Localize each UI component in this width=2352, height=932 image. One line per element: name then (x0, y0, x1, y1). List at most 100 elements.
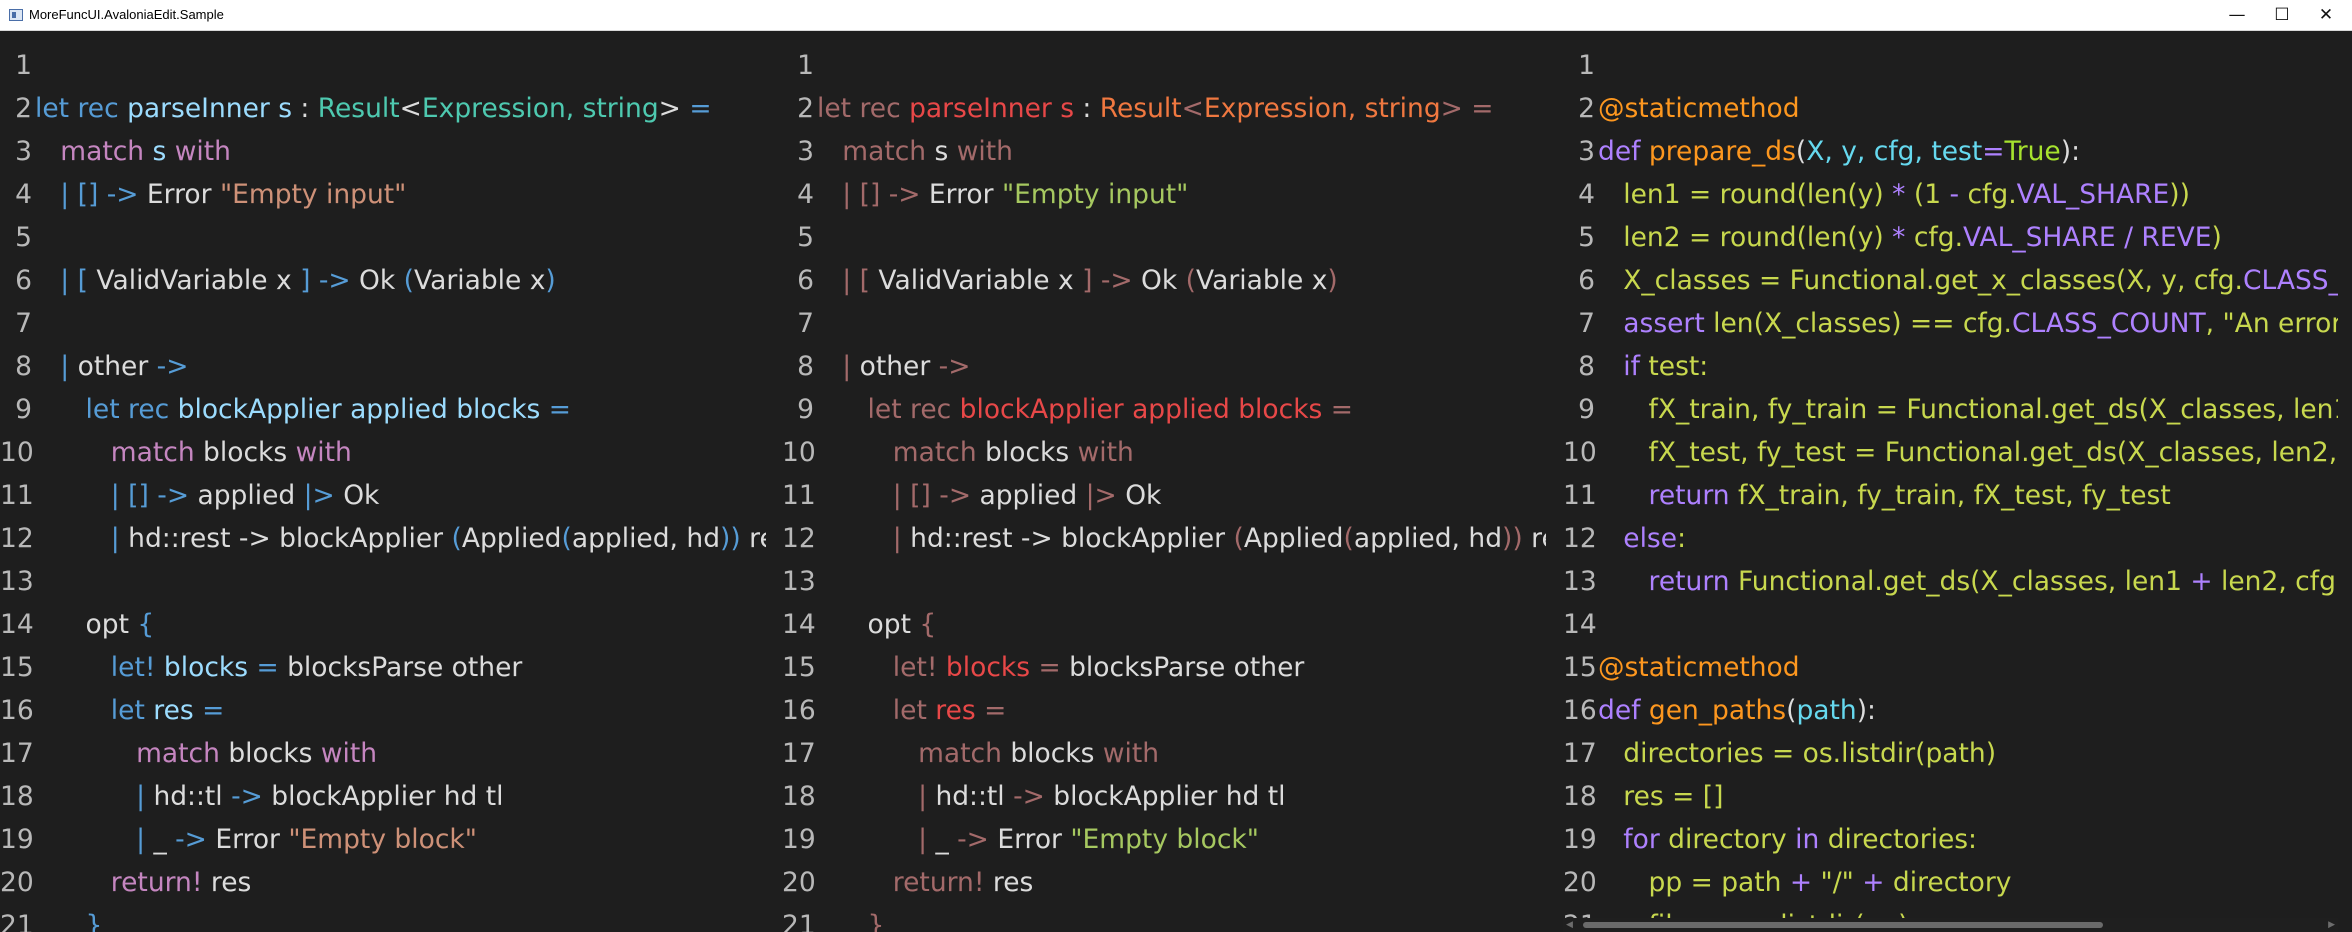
code-line[interactable]: 6 | [ ValidVariable x ] -> Ok (Variable … (782, 259, 1546, 302)
code-line[interactable]: 19 | _ -> Error "Empty block" (0, 818, 766, 861)
code-line[interactable]: 18 | hd::tl -> blockApplier hd tl (782, 775, 1546, 818)
code-line[interactable]: 21 } (782, 904, 1546, 932)
line-text: return fX_train, fy_train, fX_test, fy_t… (1598, 474, 2171, 517)
code-line[interactable]: 5 len2 = round(len(y) * cfg.VAL_SHARE / … (1563, 216, 2338, 259)
line-text: if test: (1598, 345, 1708, 388)
code-line[interactable]: 2 let rec parseInner s : Result<Expressio… (0, 87, 766, 130)
code-line[interactable]: 6 X_classes = Functional.get_x_classes(X… (1563, 259, 2338, 302)
code-token: )) (720, 523, 750, 554)
code-token: let (35, 695, 154, 726)
code-line[interactable]: 9 let rec blockApplier applied blocks = (0, 388, 766, 431)
line-number: 19 (782, 824, 816, 855)
code-line[interactable]: 2 let rec parseInner s : Result<Expressio… (782, 87, 1546, 130)
close-button[interactable]: ✕ (2300, 0, 2352, 30)
code-token: | (35, 781, 154, 812)
code-line[interactable]: 15 let! blocks = blocksParse other (0, 646, 766, 689)
line-number: 20 (1563, 867, 1597, 898)
code-line[interactable]: 16 let res = (0, 689, 766, 732)
code-line[interactable]: 17 match blocks with (0, 732, 766, 775)
line-number: 7 (1578, 308, 1595, 339)
code-line[interactable]: 12 | hd::rest -> blockApplier (Applied(a… (0, 517, 766, 560)
code-line[interactable]: 10 fX_test, fy_test = Functional.get_ds(… (1563, 431, 2338, 474)
line-number: 6 (1578, 265, 1595, 296)
code-line[interactable]: 5 (782, 216, 1546, 259)
code-line[interactable]: 2 @staticmethod (1563, 87, 2338, 130)
code-line[interactable]: 7 assert len(X_classes) == cfg.CLASS_COU… (1563, 302, 2338, 345)
code-token: match (35, 437, 204, 468)
editor-pane-fsharp-blue[interactable]: 1 2 let rec parseInner s : Result<Expressi… (0, 31, 766, 932)
code-line[interactable]: 4 | [] -> Error "Empty input" (782, 173, 1546, 216)
code-line[interactable]: 16 def gen_paths(path): (1563, 689, 2338, 732)
code-line[interactable]: 21 } (0, 904, 766, 932)
code-token: parseInner s (127, 93, 292, 124)
code-line[interactable]: 3 def prepare_ds(X, y, cfg, test=True): (1563, 130, 2338, 173)
code-line[interactable]: 3 match s with (782, 130, 1546, 173)
code-line[interactable]: 18 res = [] (1563, 775, 2338, 818)
code-line[interactable]: 11 | [] -> applied |> Ok (782, 474, 1546, 517)
code-line[interactable]: 9 let rec blockApplier applied blocks = (782, 388, 1546, 431)
code-token: blocks (945, 652, 1039, 683)
line-text: for directory in directories: (1598, 818, 1977, 861)
code-line[interactable]: 6 | [ ValidVariable x ] -> Ok (Variable … (0, 259, 766, 302)
code-line[interactable]: 4 len1 = round(len(y) * (1 - cfg.VAL_SHA… (1563, 173, 2338, 216)
code-line[interactable]: 14 (1563, 603, 2338, 646)
code-line[interactable]: 1 (1563, 44, 2338, 87)
code-line[interactable]: 10 match blocks with (0, 431, 766, 474)
code-line[interactable]: 18 | hd::tl -> blockApplier hd tl (0, 775, 766, 818)
code-line[interactable]: 8 | other -> (0, 345, 766, 388)
code-line[interactable]: 17 match blocks with (782, 732, 1546, 775)
code-area[interactable]: 1 2 let rec parseInner s : Result<Expressi… (782, 44, 1546, 932)
scrollbar-thumb[interactable] (1583, 922, 2103, 928)
code-line[interactable]: 13 (0, 560, 766, 603)
code-line[interactable]: 11 | [] -> applied |> Ok (0, 474, 766, 517)
code-line[interactable]: 20 return! res (0, 861, 766, 904)
code-line[interactable]: 10 match blocks with (782, 431, 1546, 474)
editor-pane-python[interactable]: 1 2 @staticmethod 3 def prepare_ds(X, y, cfg… (1563, 31, 2338, 932)
code-line[interactable]: 13 (782, 560, 1546, 603)
code-line[interactable]: 1 (0, 44, 766, 87)
code-line[interactable]: 5 (0, 216, 766, 259)
line-number: 17 (1563, 738, 1597, 769)
code-line[interactable]: 19 for directory in directories: (1563, 818, 2338, 861)
code-line[interactable]: 11 return fX_train, fy_train, fX_test, f… (1563, 474, 2338, 517)
line-text: | _ -> Error "Empty block" (35, 818, 477, 861)
code-line[interactable]: 15 @staticmethod (1563, 646, 2338, 689)
code-line[interactable]: 7 (0, 302, 766, 345)
scroll-right-icon[interactable]: ▶ (2328, 918, 2335, 932)
code-token: def (1598, 136, 1649, 167)
code-token: ( (1233, 523, 1244, 554)
code-line[interactable]: 15 let! blocks = blocksParse other (782, 646, 1546, 689)
code-token: = (689, 93, 712, 124)
code-line[interactable]: 1 (782, 44, 1546, 87)
line-number: 21 (0, 910, 34, 932)
code-area[interactable]: 1 2 @staticmethod 3 def prepare_ds(X, y, cfg… (1563, 44, 2338, 932)
code-line[interactable]: 8 | other -> (782, 345, 1546, 388)
scroll-left-icon[interactable]: ◀ (1566, 918, 1573, 932)
code-token: def (1598, 695, 1649, 726)
code-line[interactable]: 9 fX_train, fy_train = Functional.get_ds… (1563, 388, 2338, 431)
code-token: match (817, 437, 986, 468)
code-line[interactable]: 19 | _ -> Error "Empty block" (782, 818, 1546, 861)
code-line[interactable]: 16 let res = (782, 689, 1546, 732)
code-line[interactable]: 12 | hd::rest -> blockApplier (Applied(a… (782, 517, 1546, 560)
horizontal-scrollbar[interactable]: ◀ ▶ (1563, 918, 2338, 932)
code-token: REVE (2141, 222, 2212, 253)
editor-pane-fsharp-red[interactable]: 1 2 let rec parseInner s : Result<Expressi… (782, 31, 1546, 932)
code-line[interactable]: 14 opt { (782, 603, 1546, 646)
code-line[interactable]: 4 | [] -> Error "Empty input" (0, 173, 766, 216)
line-number: 18 (0, 781, 34, 812)
code-area[interactable]: 1 2 let rec parseInner s : Result<Expressi… (0, 44, 766, 932)
code-line[interactable]: 14 opt { (0, 603, 766, 646)
code-line[interactable]: 13 return Functional.get_ds(X_classes, l… (1563, 560, 2338, 603)
code-line[interactable]: 20 pp = path + "/" + directory (1563, 861, 2338, 904)
code-token: = (1038, 652, 1070, 683)
code-token: | (35, 351, 78, 382)
code-token: ( (1795, 136, 1807, 167)
code-line[interactable]: 17 directories = os.listdir(path) (1563, 732, 2338, 775)
code-line[interactable]: 3 match s with (0, 130, 766, 173)
code-line[interactable]: 8 if test: (1563, 345, 2338, 388)
code-line[interactable]: 20 return! res (782, 861, 1546, 904)
line-number: 1 (797, 50, 814, 81)
code-line[interactable]: 7 (782, 302, 1546, 345)
code-line[interactable]: 12 else: (1563, 517, 2338, 560)
